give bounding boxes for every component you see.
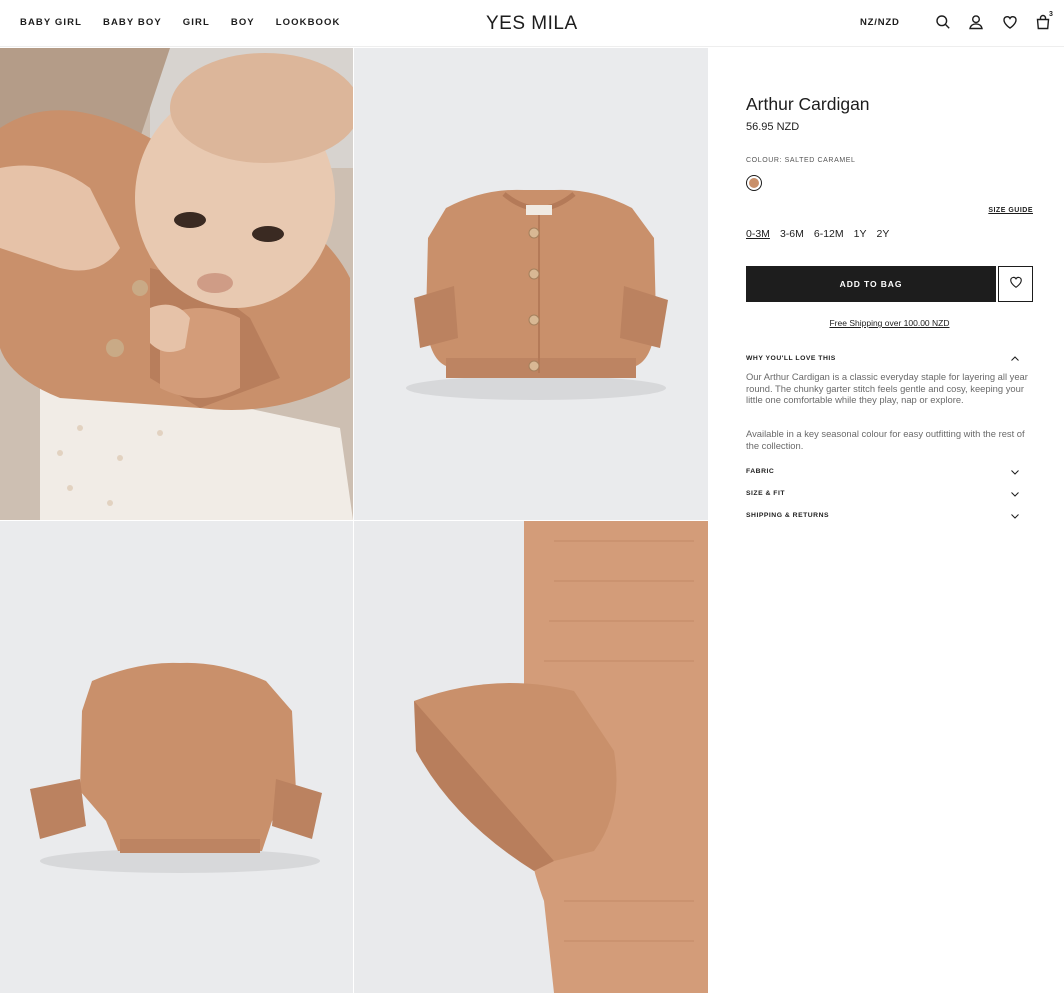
heart-icon [1009,275,1023,294]
product-gallery [0,48,708,993]
site-logo[interactable]: YES MILA [486,13,578,35]
account-icon[interactable] [968,14,984,30]
free-shipping-link[interactable]: Free Shipping over 100.00 NZD [746,318,1033,328]
heart-icon[interactable] [1002,14,1018,30]
swatch-color [749,178,759,188]
colour-swatch[interactable] [746,175,762,191]
add-to-bag-button[interactable]: ADD TO BAG [746,266,996,302]
nav-baby-girl[interactable]: BABY GIRL [20,17,82,28]
nav-baby-boy[interactable]: BABY BOY [103,17,162,28]
description-paragraph: Available in a key seasonal colour for e… [746,428,1025,451]
chevron-down-icon [1010,467,1020,477]
product-title: Arthur Cardigan [746,94,870,114]
accordion-why-header[interactable]: WHY YOU'LL LOVE THIS [746,353,1020,365]
main-nav: BABY GIRL BABY BOY GIRL BOY LOOKBOOK [20,17,362,28]
size-selector: 0-3M 3-6M 6-12M 1Y 2Y [746,228,899,240]
currency-selector[interactable]: NZ/NZD [860,17,900,28]
product-image-back[interactable] [0,521,353,993]
nav-boy[interactable]: BOY [231,17,255,28]
product-price: 56.95 NZD [746,121,800,133]
size-option-2y[interactable]: 2Y [876,228,889,240]
nav-girl[interactable]: GIRL [183,17,210,28]
accordion-fabric-label: FABRIC [746,468,775,475]
size-guide-link[interactable]: SIZE GUIDE [988,207,1033,214]
accordion-size-fit-header[interactable]: SIZE & FIT [746,488,1020,500]
chevron-up-icon [1010,354,1020,364]
product-image-detail[interactable] [354,521,708,993]
nav-lookbook[interactable]: LOOKBOOK [276,17,341,28]
accordion-size-fit-label: SIZE & FIT [746,490,785,497]
size-option-0-3m[interactable]: 0-3M [746,228,770,240]
cart-count-badge: 3 [1049,11,1053,18]
colour-label: COLOUR: SALTED CARAMEL [746,157,856,164]
size-option-3-6m[interactable]: 3-6M [780,228,804,240]
product-image-front[interactable] [354,48,708,520]
accordion-shipping-returns-header[interactable]: SHIPPING & RETURNS [746,510,1020,522]
product-image-baby[interactable] [0,48,353,520]
wishlist-button[interactable] [998,266,1033,302]
chevron-down-icon [1010,489,1020,499]
description-paragraph: Our Arthur Cardigan is a classic everyda… [746,371,1028,406]
size-option-6-12m[interactable]: 6-12M [814,228,844,240]
chevron-down-icon [1010,511,1020,521]
size-option-1y[interactable]: 1Y [854,228,867,240]
search-icon[interactable] [935,14,951,30]
accordion-fabric-header[interactable]: FABRIC [746,466,1020,478]
site-header: BABY GIRL BABY BOY GIRL BOY LOOKBOOK YES… [0,0,1064,47]
accordion-shipping-returns-label: SHIPPING & RETURNS [746,512,830,519]
accordion-why-label: WHY YOU'LL LOVE THIS [746,355,836,362]
